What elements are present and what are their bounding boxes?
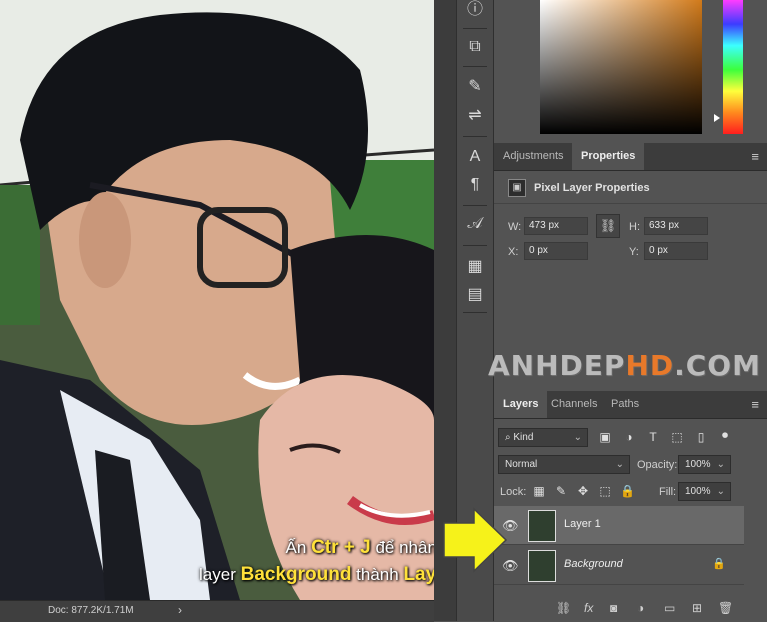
- new-layer-icon[interactable]: ⊞: [692, 601, 702, 615]
- brush-presets-icon[interactable]: ✎: [465, 77, 485, 97]
- properties-title: Pixel Layer Properties: [534, 182, 650, 194]
- filter-pixel-icon[interactable]: ▣: [598, 430, 612, 444]
- properties-panel: Adjustments Properties ≡ ▣ Pixel Layer P…: [488, 143, 767, 382]
- layer-row-layer-1[interactable]: 👁 Layer 1: [494, 506, 744, 545]
- glyphs-icon[interactable]: 𝒜: [465, 214, 485, 234]
- document-icon[interactable]: ▤: [465, 285, 485, 305]
- layer-thumbnail: [528, 550, 556, 582]
- color-picker-panel: [494, 0, 767, 141]
- lock-transparent-icon[interactable]: ▦: [532, 484, 546, 498]
- opacity-label: Opacity:: [637, 459, 678, 471]
- x-label: X:: [508, 246, 519, 258]
- fill-field[interactable]: 100% ⌄: [678, 482, 731, 501]
- layers-tab-bar: Layers Channels Paths ≡: [494, 391, 767, 419]
- height-label: H:: [629, 221, 640, 233]
- adjustment-layer-icon[interactable]: ◑: [637, 601, 644, 615]
- info-icon[interactable]: ⓘ: [465, 0, 485, 20]
- pointer-arrow-icon: [443, 507, 508, 573]
- width-label: W:: [508, 221, 522, 233]
- blend-mode-select[interactable]: Normal ⌄: [498, 455, 630, 474]
- layers-panel: Layers Channels Paths ≡ ⌕ Kind ⌄ ▣ ◑ T ⬚ …: [494, 391, 767, 621]
- y-field[interactable]: 0 px: [644, 242, 708, 260]
- filter-toggle-icon[interactable]: ⏺: [718, 428, 732, 442]
- layer-row-background[interactable]: 👁 Background 🔒: [494, 546, 744, 585]
- properties-header: ▣ Pixel Layer Properties: [494, 173, 767, 204]
- tab-channels[interactable]: Channels: [542, 391, 606, 418]
- panel-menu-icon[interactable]: ≡: [751, 397, 759, 412]
- fill-label: Fill:: [659, 486, 677, 498]
- width-field[interactable]: 473 px: [524, 217, 588, 235]
- mask-icon[interactable]: ◙: [610, 601, 617, 615]
- hue-slider-pointer[interactable]: [714, 114, 720, 122]
- hue-slider[interactable]: [723, 0, 743, 134]
- doc-size-info: Doc: 877.2K/1.71M: [48, 605, 134, 616]
- filter-type-icon[interactable]: T: [646, 430, 660, 444]
- photo-image: [0, 0, 434, 600]
- lock-image-icon[interactable]: ✎: [554, 484, 568, 498]
- filter-adjustment-icon[interactable]: ◑: [622, 430, 636, 444]
- lock-label: Lock:: [500, 486, 527, 498]
- layer-name[interactable]: Background: [564, 558, 623, 570]
- link-icon[interactable]: ⛓: [556, 601, 571, 615]
- color-field[interactable]: [540, 0, 702, 134]
- paragraph-icon[interactable]: ¶: [465, 175, 485, 195]
- status-menu-arrow[interactable]: ›: [178, 603, 182, 617]
- lock-artboard-icon[interactable]: ⬚: [598, 484, 612, 498]
- trash-icon[interactable]: 🗑: [718, 601, 733, 615]
- tab-layers[interactable]: Layers: [494, 391, 548, 418]
- lock-position-icon[interactable]: ✥: [576, 484, 590, 498]
- layer-name[interactable]: Layer 1: [564, 518, 601, 530]
- watermark-logo: ANHDEPHD.COM: [488, 349, 761, 382]
- tab-adjustments[interactable]: Adjustments: [494, 143, 573, 170]
- document-canvas[interactable]: Ấn Ctr + J để nhân bản layer Background …: [0, 0, 434, 600]
- panel-menu-icon[interactable]: ≡: [751, 149, 759, 164]
- lock-all-icon[interactable]: 🔒: [620, 484, 635, 498]
- filter-smart-object-icon[interactable]: ▯: [694, 430, 708, 444]
- pixel-layer-icon: ▣: [508, 179, 526, 197]
- filter-kind-select[interactable]: ⌕ Kind ⌄: [498, 428, 588, 447]
- y-label: Y:: [629, 246, 639, 258]
- opacity-field[interactable]: 100% ⌄: [678, 455, 731, 474]
- timeline-icon[interactable]: ⧉: [465, 37, 485, 57]
- group-folder-icon[interactable]: ▭: [664, 601, 675, 615]
- instruction-caption: Ấn Ctr + J để nhân bản layer Background …: [199, 537, 434, 585]
- status-bar: Doc: 877.2K/1.71M ›: [0, 600, 434, 622]
- notes-icon[interactable]: ▦: [465, 257, 485, 277]
- layers-footer: ⛓ fx ◙ ◑ ▭ ⊞ 🗑: [494, 597, 767, 621]
- lock-icon: 🔒: [712, 558, 726, 570]
- height-field[interactable]: 633 px: [644, 217, 708, 235]
- filter-shape-icon[interactable]: ⬚: [670, 430, 684, 444]
- character-icon[interactable]: A: [465, 147, 485, 167]
- fx-icon[interactable]: fx: [584, 601, 593, 615]
- x-field[interactable]: 0 px: [524, 242, 588, 260]
- link-dimensions-icon[interactable]: ⛓: [596, 214, 620, 238]
- layer-thumbnail: [528, 510, 556, 542]
- properties-tab-bar: Adjustments Properties ≡: [494, 143, 767, 171]
- tab-paths[interactable]: Paths: [602, 391, 648, 418]
- adjust-sliders-icon[interactable]: ⇌: [465, 106, 485, 126]
- tab-properties[interactable]: Properties: [572, 143, 645, 170]
